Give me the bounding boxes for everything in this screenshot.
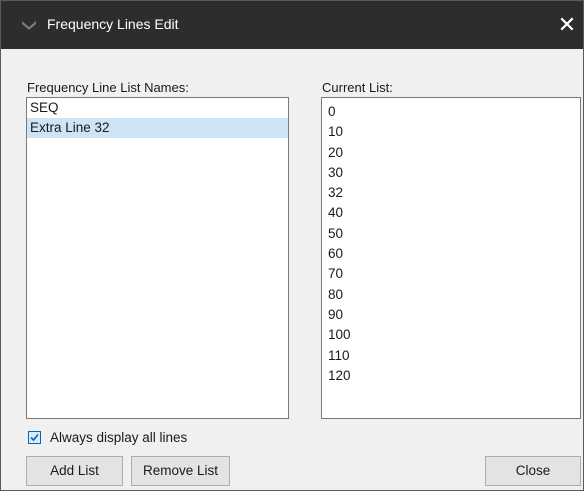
list-value[interactable]: 40 (322, 203, 580, 223)
checkmark-icon (30, 433, 39, 441)
close-button[interactable]: Close (485, 456, 581, 486)
list-value[interactable]: 100 (322, 325, 580, 345)
window-title: Frequency Lines Edit (47, 16, 179, 32)
list-value[interactable]: 20 (322, 143, 580, 163)
current-list-values: 0 10 20 30 32 40 50 60 70 80 90 100 110 120 (322, 98, 580, 386)
list-value[interactable]: 90 (322, 305, 580, 325)
list-value[interactable]: 0 (322, 102, 580, 122)
list-names-label: Frequency Line List Names: (27, 80, 189, 95)
always-display-option[interactable]: Always display all lines (28, 428, 187, 446)
list-value[interactable]: 10 (322, 122, 580, 142)
list-item[interactable]: Extra Line 32 (27, 118, 288, 138)
list-value[interactable]: 70 (322, 264, 580, 284)
add-list-button[interactable]: Add List (26, 456, 123, 486)
always-display-checkbox[interactable] (28, 430, 41, 444)
list-item[interactable]: SEQ (27, 98, 288, 118)
always-display-label: Always display all lines (50, 429, 188, 445)
title-bar[interactable]: Frequency Lines Edit ✕ (1, 1, 583, 49)
app-chevron-icon (21, 18, 37, 32)
list-value[interactable]: 60 (322, 244, 580, 264)
dialog-window: Frequency Lines Edit ✕ Frequency Line Li… (0, 0, 584, 491)
list-value[interactable]: 80 (322, 285, 580, 305)
current-list-label: Current List: (322, 80, 393, 95)
list-names-items: SEQ Extra Line 32 (27, 98, 288, 138)
list-value[interactable]: 120 (322, 366, 580, 386)
list-value[interactable]: 110 (322, 346, 580, 366)
current-list-box[interactable]: 0 10 20 30 32 40 50 60 70 80 90 100 110 120 (321, 97, 581, 419)
remove-list-button[interactable]: Remove List (131, 456, 230, 486)
list-value[interactable]: 30 (322, 163, 580, 183)
close-icon[interactable]: ✕ (553, 11, 581, 39)
list-value[interactable]: 50 (322, 224, 580, 244)
list-value[interactable]: 32 (322, 183, 580, 203)
list-names-listbox[interactable]: SEQ Extra Line 32 (26, 97, 289, 419)
